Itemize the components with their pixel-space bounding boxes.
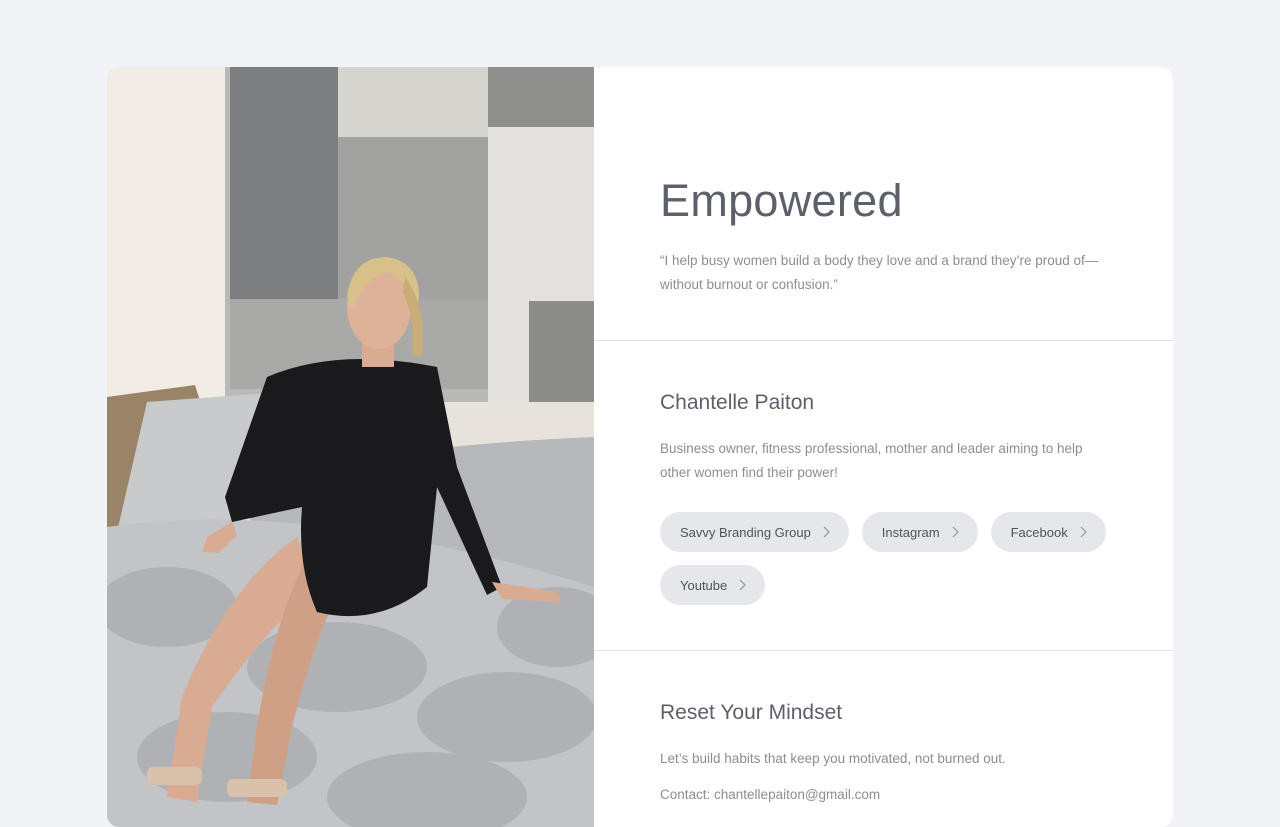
profile-photo-illustration: [107, 67, 594, 827]
profile-name: Chantelle Paiton: [660, 391, 815, 414]
mindset-text: Let’s build habits that keep you motivat…: [660, 751, 1006, 766]
profile-content: Empowered “I help busy women build a bod…: [594, 67, 1173, 827]
mindset-title: Reset Your Mindset: [660, 701, 843, 724]
link-label: Savvy Branding Group: [680, 524, 811, 540]
chevron-right-icon: [739, 579, 747, 591]
link-instagram[interactable]: Instagram: [861, 512, 978, 552]
profile-card: Empowered “I help busy women build a bod…: [107, 67, 1173, 827]
about-section: Chantelle Paiton Business owner, fitness…: [594, 341, 1173, 651]
chevron-right-icon: [1080, 526, 1087, 538]
link-label: Youtube: [680, 577, 728, 593]
hero-quote: “I help busy women build a body they lov…: [660, 253, 1099, 292]
hero-title: Empowered: [660, 175, 903, 226]
contact-email[interactable]: Contact: chantellepaiton@gmail.com: [660, 783, 1113, 807]
link-label: Facebook: [1010, 524, 1068, 540]
hero-section: Empowered “I help busy women build a bod…: [594, 67, 1173, 341]
link-facebook[interactable]: Facebook: [990, 512, 1106, 552]
social-links: Savvy Branding Group Instagram Facebook …: [660, 512, 1113, 605]
link-savvy-branding-group[interactable]: Savvy Branding Group: [660, 512, 849, 552]
link-label: Instagram: [881, 524, 940, 540]
profile-photo: [107, 67, 594, 827]
chevron-right-icon: [952, 526, 959, 538]
mindset-section: Reset Your Mindset Let’s build habits th…: [594, 651, 1173, 807]
chevron-right-icon: [823, 526, 830, 538]
profile-bio: Business owner, fitness professional, mo…: [660, 441, 1083, 480]
link-youtube[interactable]: Youtube: [660, 565, 766, 605]
